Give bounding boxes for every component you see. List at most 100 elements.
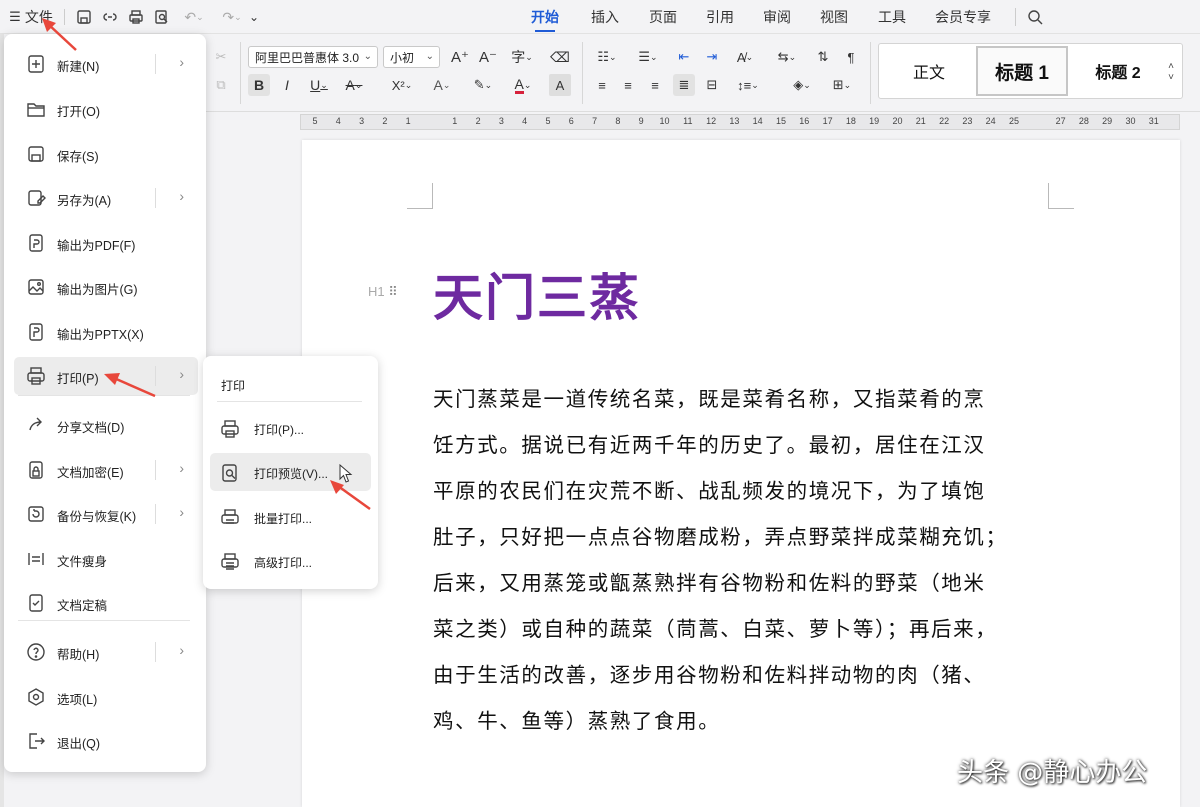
numbered-list-button[interactable]: ☰ ⌄ <box>633 46 663 68</box>
char-shading-button[interactable]: A <box>549 74 571 96</box>
redo-button[interactable]: ↷ ⌄ <box>218 6 246 28</box>
tab-member[interactable]: 会员专享 <box>935 6 991 28</box>
bullet-list-button[interactable]: ☷ ⌄ <box>592 46 622 68</box>
sort-button[interactable]: ⇅ <box>812 46 834 68</box>
highlight-button[interactable]: ✎ ⌄ <box>468 74 498 96</box>
paragraph-line[interactable]: 天门蒸菜是一道传统名菜，既是菜肴名称，又指菜肴的烹 <box>433 382 986 412</box>
quick-print-preview-button[interactable] <box>152 6 172 28</box>
search-button[interactable] <box>1025 6 1045 28</box>
divider <box>18 620 190 621</box>
tab-tools[interactable]: 工具 <box>878 6 906 28</box>
file-menu-item[interactable]: 退出(Q) <box>14 722 198 760</box>
file-menu-item[interactable]: 输出为图片(G) <box>14 268 198 306</box>
file-menu-item[interactable]: 文件瘦身 <box>14 540 198 578</box>
horizontal-ruler[interactable]: 5 4 3 2 1 1 2 3 4 5 6 7 8 9 10 11 12 13 14 15 16 17 18 19 20 21 22… <box>300 114 1180 130</box>
print-submenu-item[interactable]: 高级打印... <box>210 542 371 580</box>
tab-view[interactable]: 视图 <box>820 6 848 28</box>
style-gallery-scroll[interactable]: ˄ ˅ <box>1163 52 1179 92</box>
superscript-button[interactable]: X² ⌄ <box>388 74 416 96</box>
quick-save-button[interactable] <box>74 6 94 28</box>
heading-marker-text: H1 <box>368 284 385 299</box>
document-title[interactable]: 天门三蒸 <box>433 258 641 330</box>
divider <box>240 42 241 104</box>
quick-print-button[interactable] <box>126 6 146 28</box>
paragraph-line[interactable]: 肚子，只好把一点点谷物磨成粉，弄点野菜拌成菜糊充饥； <box>433 520 1008 550</box>
tab-review[interactable]: 审阅 <box>763 6 791 28</box>
chinese-layout-button[interactable]: A̸ ⌄ <box>730 46 760 68</box>
decrease-font-button[interactable]: A⁻ <box>478 46 498 68</box>
paragraph-line[interactable]: 由于生活的改善，逐步用谷物粉和佐料拌动物的肉（猪、 <box>433 658 986 688</box>
drag-handle-icon[interactable]: ⠿ <box>388 284 398 299</box>
numbered-list-icon: ☰ <box>638 49 651 64</box>
font-size-select[interactable]: 小初 ⌄ <box>383 46 440 68</box>
paragraph-line[interactable]: 后来，又用蒸笼或甑蒸熟拌有谷物粉和佐料的野菜（地米 <box>433 566 986 596</box>
style-heading-1[interactable]: 标题 1 <box>976 46 1068 96</box>
tab-references[interactable]: 引用 <box>706 6 734 28</box>
quick-access-more-button[interactable]: ⌄ <box>244 6 264 28</box>
phonetic-icon: 字 <box>511 49 526 65</box>
underline-icon: U <box>310 77 321 93</box>
file-menu-item[interactable]: 输出为PDF(F) <box>14 224 198 262</box>
quick-export-button[interactable] <box>100 6 120 28</box>
print-submenu-item[interactable]: 批量打印... <box>210 498 371 536</box>
underline-button[interactable]: U ⌄ <box>305 74 333 96</box>
font-family-select[interactable]: 阿里巴巴普惠体 3.0 ⌄ <box>248 46 378 68</box>
print-submenu-item[interactable]: 打印预览(V)... <box>210 453 371 491</box>
align-left-button[interactable]: ≡ <box>592 74 612 96</box>
phonetic-button[interactable]: 字 ⌄ <box>508 46 536 68</box>
undo-button[interactable]: ↶ ⌄ <box>180 6 208 28</box>
distributed-align-button[interactable]: ⊟ <box>702 74 722 96</box>
file-menu-item[interactable]: 文档加密(E) › <box>14 451 198 489</box>
align-right-button[interactable]: ≡ <box>645 74 665 96</box>
file-menu-item[interactable]: 保存(S) <box>14 135 198 173</box>
tab-page[interactable]: 页面 <box>649 6 677 28</box>
print-submenu-item[interactable]: 打印(P)... <box>210 409 371 447</box>
cut-button[interactable]: ✂ <box>212 48 230 66</box>
file-menu-item[interactable]: 新建(N) › <box>14 45 198 83</box>
font-color-button[interactable]: A ⌄ <box>508 74 538 96</box>
file-menu-item[interactable]: 打开(O) <box>14 90 198 128</box>
ruler-tick-label: 14 <box>752 116 763 126</box>
show-marks-button[interactable]: ¶ <box>840 46 862 68</box>
line-spacing-button[interactable]: ↕≡ ⌄ <box>733 74 763 96</box>
shading-button[interactable]: ◈ ⌄ <box>787 74 817 96</box>
chevron-right-icon: › <box>179 504 184 520</box>
file-menu-item[interactable]: 帮助(H) › <box>14 633 198 671</box>
text-direction-button[interactable]: ⇆ ⌄ <box>772 46 802 68</box>
chevron-down-icon: ⌄ <box>363 51 372 62</box>
style-normal[interactable]: 正文 <box>890 46 968 96</box>
print-submenu-item-label: 批量打印... <box>254 512 313 526</box>
paragraph-line[interactable]: 饪方式。据说已有近两千年的历史了。最初，居住在江汉 <box>433 428 986 458</box>
margin-corner-mark <box>1048 183 1074 209</box>
slim-file-icon <box>28 553 44 565</box>
tab-insert[interactable]: 插入 <box>591 6 619 28</box>
increase-font-button[interactable]: A⁺ <box>450 46 470 68</box>
file-menu-item[interactable]: 分享文档(D) <box>14 406 198 444</box>
borders-button[interactable]: ⊞ ⌄ <box>827 74 857 96</box>
tab-home[interactable]: 开始 <box>531 6 559 32</box>
file-menu-item[interactable]: 打印(P) › <box>14 357 198 395</box>
file-menu-item[interactable]: 备份与恢复(K) › <box>14 495 198 533</box>
strikethrough-button[interactable]: A ⌄ <box>340 74 368 96</box>
paragraph-line[interactable]: 菜之类）或自种的蔬菜（茼蒿、白菜、萝卜等）；再后来， <box>433 612 997 642</box>
text-effect-button[interactable]: A ⌄ <box>428 74 456 96</box>
highlighter-icon: ✎ <box>473 77 485 92</box>
file-menu-item[interactable]: 选项(L) <box>14 678 198 716</box>
format-painter-button[interactable]: ⧉ <box>212 76 230 94</box>
clear-format-button[interactable]: ⌫ <box>549 46 571 68</box>
copy-icon: ⧉ <box>216 77 226 92</box>
style-heading-2[interactable]: 标题 2 <box>1078 46 1158 96</box>
decrease-indent-button[interactable]: ⇤ <box>674 46 694 68</box>
paragraph-line[interactable]: 平原的农民们在灾荒不断、战乱频发的境况下，为了填饱 <box>433 474 986 504</box>
paragraph-line[interactable]: 鸡、牛、鱼等）蒸熟了食用。 <box>433 704 720 734</box>
italic-button[interactable]: I <box>277 74 297 96</box>
file-menu-button[interactable]: ☰ 文件 <box>6 6 56 28</box>
bold-button[interactable]: B <box>248 74 270 96</box>
increase-indent-button[interactable]: ⇥ <box>702 46 722 68</box>
align-center-button[interactable]: ≡ <box>618 74 638 96</box>
file-menu-item[interactable]: 输出为PPTX(X) <box>14 313 198 351</box>
file-menu-item[interactable]: 文档定稿 <box>14 584 198 622</box>
justify-button[interactable]: ≣ <box>673 74 695 96</box>
file-menu-item[interactable]: 另存为(A) › <box>14 179 198 217</box>
redo-icon: ↷ <box>222 8 235 25</box>
